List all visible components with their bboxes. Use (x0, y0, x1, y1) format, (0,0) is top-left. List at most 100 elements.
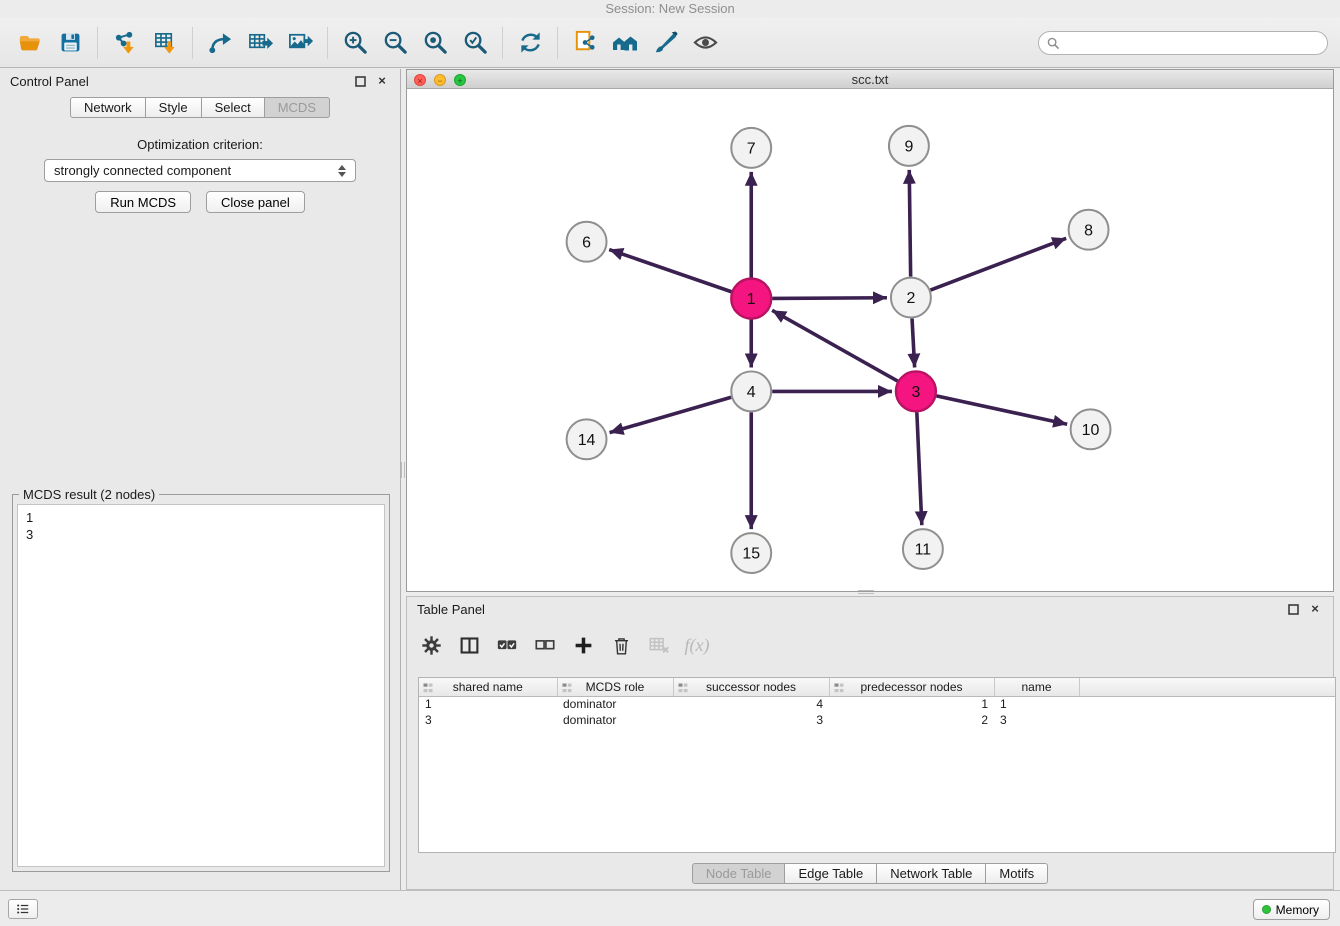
cell-mcds-role[interactable]: dominator (557, 712, 673, 728)
import-table-button[interactable] (145, 23, 185, 63)
network-canvas[interactable]: 7 9 6 8 1 2 4 3 14 10 15 11 (407, 90, 1333, 591)
export-table-button[interactable] (240, 23, 280, 63)
tab-network-table[interactable]: Network Table (877, 863, 986, 884)
zoom-out-button[interactable] (375, 23, 415, 63)
deselect-all-rows-button[interactable] (529, 630, 561, 660)
import-network-icon (112, 29, 139, 56)
cell-predecessor-nodes[interactable]: 1 (829, 696, 994, 712)
graph-node-10[interactable]: 10 (1071, 409, 1111, 449)
cell-name[interactable]: 3 (994, 712, 1079, 728)
cell-successor-nodes[interactable]: 4 (673, 696, 829, 712)
cell-shared-name[interactable]: 1 (419, 696, 557, 712)
graph-node-1[interactable]: 1 (731, 279, 771, 319)
optimization-criterion-select[interactable]: strongly connected component (44, 159, 356, 182)
memory-button[interactable]: Memory (1253, 899, 1330, 920)
select-all-rows-button[interactable] (491, 630, 523, 660)
close-panel-button-mcds[interactable]: Close panel (206, 191, 305, 213)
column-header-shared-name[interactable]: shared name (419, 678, 557, 696)
show-columns-button[interactable] (453, 630, 485, 660)
zoom-selected-button[interactable] (455, 23, 495, 63)
table-row[interactable]: 3 dominator 3 2 3 (419, 712, 1335, 728)
apply-style-button[interactable] (645, 23, 685, 63)
apply-function-button[interactable]: f(x) (681, 630, 713, 660)
refresh-view-button[interactable] (510, 23, 550, 63)
search-input[interactable] (1065, 33, 1327, 53)
graph-node-8[interactable]: 8 (1069, 210, 1109, 250)
mcds-result-list[interactable]: 1 3 (17, 504, 385, 867)
cell-predecessor-nodes[interactable]: 2 (829, 712, 994, 728)
network-graph[interactable]: 7 9 6 8 1 2 4 3 14 10 15 11 (407, 90, 1333, 591)
graph-node-7[interactable]: 7 (731, 128, 771, 168)
float-panel-button[interactable] (352, 73, 368, 89)
table-float-panel-button[interactable] (1285, 601, 1301, 617)
graph-node-4[interactable]: 4 (731, 371, 771, 411)
window-maximize-button[interactable]: + (454, 74, 466, 86)
cell-mcds-role[interactable]: dominator (557, 696, 673, 712)
save-session-button[interactable] (50, 23, 90, 63)
column-header-mcds-role[interactable]: MCDS role (557, 678, 673, 696)
graph-node-label: 1 (747, 291, 756, 308)
graph-node-label: 10 (1082, 422, 1100, 439)
add-row-button[interactable] (567, 630, 599, 660)
column-header-name[interactable]: name (994, 678, 1079, 696)
tab-style[interactable]: Style (146, 97, 202, 118)
graph-node-9[interactable]: 9 (889, 126, 929, 166)
run-mcds-button[interactable]: Run MCDS (95, 191, 191, 213)
cell-shared-name[interactable]: 3 (419, 712, 557, 728)
open-session-button[interactable] (10, 23, 50, 63)
graph-edge-4-14[interactable] (610, 397, 732, 432)
cell-successor-nodes[interactable]: 3 (673, 712, 829, 728)
network-from-clipboard-button[interactable] (565, 23, 605, 63)
window-minimize-button[interactable]: − (434, 74, 446, 86)
export-image-button[interactable] (280, 23, 320, 63)
column-header-predecessor-nodes[interactable]: predecessor nodes (829, 678, 994, 696)
tab-motifs[interactable]: Motifs (986, 863, 1048, 884)
select-all-icon (496, 634, 518, 656)
import-network-button[interactable] (105, 23, 145, 63)
network-window-titlebar[interactable]: × − + scc.txt (407, 70, 1333, 89)
graph-node-14[interactable]: 14 (567, 419, 607, 459)
delete-rows-button[interactable] (605, 630, 637, 660)
column-header-successor-nodes[interactable]: successor nodes (673, 678, 829, 696)
graph-node-2[interactable]: 2 (891, 278, 931, 318)
table-row[interactable]: 1 dominator 4 1 1 (419, 696, 1335, 712)
window-close-button[interactable]: × (414, 74, 426, 86)
zoom-in-button[interactable] (335, 23, 375, 63)
zoom-fit-button[interactable] (415, 23, 455, 63)
table-close-panel-button[interactable]: × (1307, 601, 1323, 617)
graph-edge-3-10[interactable] (936, 396, 1067, 424)
toolbar-separator (502, 27, 503, 59)
toolbar-separator (327, 27, 328, 59)
horizontal-splitter-handle[interactable] (858, 590, 874, 594)
graph-edge-3-1[interactable] (772, 310, 898, 381)
graph-edge-2-3[interactable] (912, 319, 915, 368)
new-network-button[interactable] (200, 23, 240, 63)
zoom-fit-icon (422, 29, 449, 56)
graph-edge-2-8[interactable] (930, 238, 1066, 290)
network-overview-button[interactable] (605, 23, 645, 63)
tab-network[interactable]: Network (70, 97, 146, 118)
delete-table-button[interactable] (643, 630, 675, 660)
tab-mcds[interactable]: MCDS (265, 97, 330, 118)
graph-edge-3-11[interactable] (917, 412, 922, 525)
graph-edge-1-6[interactable] (609, 250, 731, 292)
graph-edge-1-2[interactable] (772, 298, 887, 299)
graph-node-11[interactable]: 11 (903, 529, 943, 569)
graph-node-label: 8 (1084, 222, 1093, 239)
column-settings-button[interactable] (415, 630, 447, 660)
vertical-splitter-handle[interactable] (401, 462, 405, 478)
cell-name[interactable]: 1 (994, 696, 1079, 712)
show-graphics-details-button[interactable] (685, 23, 725, 63)
tab-node-table[interactable]: Node Table (692, 863, 786, 884)
refresh-icon (517, 29, 544, 56)
memory-label: Memory (1276, 903, 1319, 917)
graph-node-3[interactable]: 3 (896, 371, 936, 411)
control-panel-tabs: Network Style Select MCDS (0, 97, 400, 118)
graph-node-15[interactable]: 15 (731, 533, 771, 573)
tab-select[interactable]: Select (202, 97, 265, 118)
close-panel-button[interactable]: × (374, 73, 390, 89)
task-history-button[interactable] (8, 899, 38, 919)
graph-node-6[interactable]: 6 (567, 222, 607, 262)
graph-edge-2-9[interactable] (909, 170, 910, 277)
tab-edge-table[interactable]: Edge Table (785, 863, 877, 884)
